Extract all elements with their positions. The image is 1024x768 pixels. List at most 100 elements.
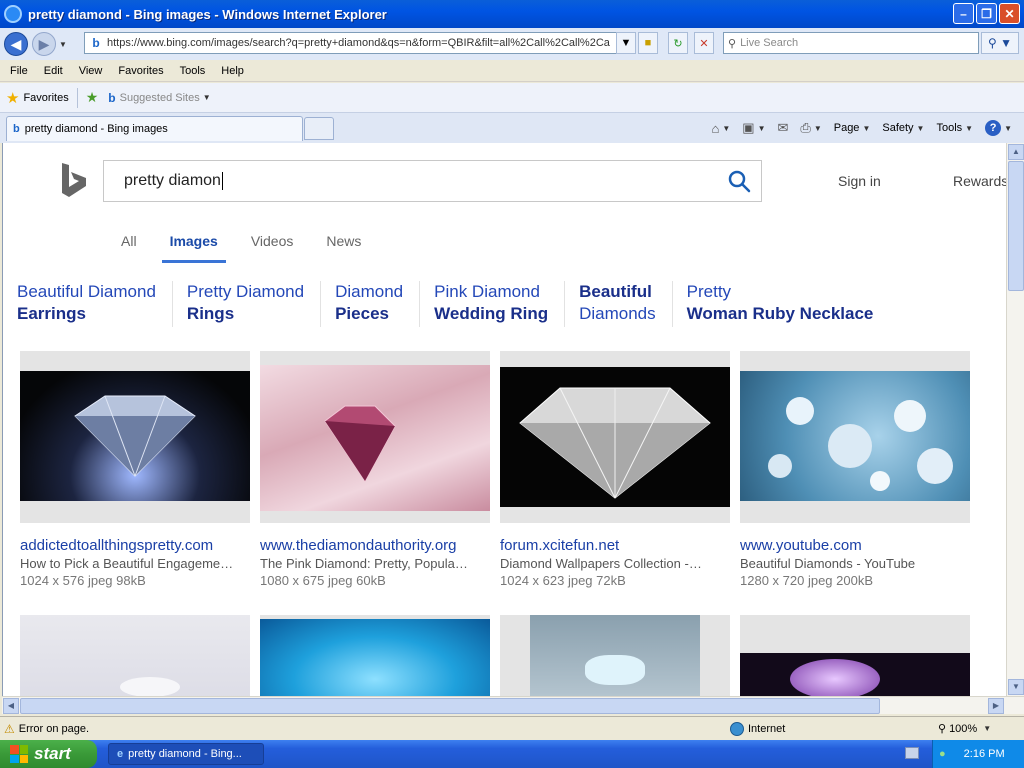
restore-button[interactable]: ❐ [976, 3, 997, 24]
result-description: The Pink Diamond: Pretty, Popula… [260, 556, 468, 571]
window-title-bar: pretty diamond - Bing images - Windows I… [0, 0, 1024, 28]
menu-help[interactable]: Help [221, 65, 244, 77]
close-button[interactable]: ✕ [999, 3, 1020, 24]
tab-label: pretty diamond - Bing images [24, 123, 168, 135]
search-go-button[interactable]: ⚲ ▼ [981, 32, 1019, 54]
taskbar-ie-item[interactable]: e pretty diamond - Bing... [108, 743, 264, 765]
search-icon[interactable] [727, 169, 751, 193]
window-title: pretty diamond - Bing images - Windows I… [28, 6, 387, 22]
menu-bar: File Edit View Favorites Tools Help [0, 60, 1024, 82]
image-thumbnail[interactable] [500, 615, 730, 696]
page-menu-button[interactable]: Page ▼ [830, 122, 875, 134]
horizontal-scroll-thumb[interactable] [20, 698, 880, 714]
ie-icon: e [117, 748, 124, 760]
scroll-left-button[interactable]: ◀ [3, 698, 19, 714]
image-thumbnail[interactable] [20, 351, 250, 523]
chevron-down-icon[interactable]: ▼ [203, 93, 211, 102]
live-search-input[interactable]: ⚲ Live Search [723, 32, 979, 54]
home-button[interactable]: ⌂ ▼ [708, 121, 735, 136]
lock-icon[interactable]: ■ [638, 32, 658, 54]
forward-button[interactable]: ▶ [32, 32, 56, 56]
status-message[interactable]: Error on page. [19, 723, 89, 735]
menu-favorites[interactable]: Favorites [118, 65, 163, 77]
vertical-scroll-thumb[interactable] [1008, 161, 1024, 291]
feeds-button[interactable]: ▣ ▼ [738, 120, 769, 136]
clock[interactable]: 2:16 PM [964, 748, 1005, 760]
search-icon: ⚲ [728, 37, 737, 50]
result-host[interactable]: www.thediamondauthority.org [260, 537, 490, 554]
bing-search-query[interactable]: pretty diamon [124, 171, 223, 190]
security-zone[interactable]: Internet [730, 721, 786, 736]
scroll-right-button[interactable]: ▶ [988, 698, 1004, 714]
zone-label: Internet [748, 722, 786, 735]
scope-all[interactable]: All [121, 233, 137, 249]
address-url[interactable]: https://www.bing.com/images/search?q=pre… [107, 37, 617, 49]
result-description: Beautiful Diamonds - YouTube [740, 556, 916, 571]
white-diamond-image [519, 387, 711, 499]
scattered-diamonds-image [768, 397, 953, 491]
image-thumbnail[interactable] [20, 615, 250, 696]
image-thumbnail[interactable] [740, 351, 970, 523]
result-meta: 1280 x 720 jpeg 200kB [740, 573, 873, 588]
related-search-item[interactable]: Diamond Pieces [335, 281, 421, 327]
tab-bing-images[interactable]: b pretty diamond - Bing images [6, 116, 303, 141]
vertical-scrollbar[interactable]: ▲ ▼ [1006, 143, 1024, 696]
menu-tools[interactable]: Tools [180, 65, 206, 77]
image-thumbnail[interactable] [740, 615, 970, 696]
address-dropdown-button[interactable]: ▼ [616, 32, 636, 54]
result-host[interactable]: forum.xcitefun.net [500, 537, 730, 554]
scroll-up-button[interactable]: ▲ [1008, 144, 1024, 160]
warning-icon[interactable]: ⚠ [4, 722, 15, 736]
menu-file[interactable]: File [10, 65, 28, 77]
horizontal-scrollbar[interactable]: ◀ ▶ [2, 696, 1024, 714]
stop-button[interactable]: ✕ [694, 32, 714, 54]
sign-in-link[interactable]: Sign in [838, 173, 881, 189]
network-icon[interactable]: ● [939, 748, 946, 760]
favorites-button[interactable]: Favorites [23, 92, 68, 104]
minimize-button[interactable]: – [953, 3, 974, 24]
related-search-item[interactable]: Pretty Woman Ruby Necklace [687, 281, 890, 327]
related-search-item[interactable]: Beautiful Diamonds [579, 281, 673, 327]
address-bar[interactable]: b https://www.bing.com/images/search?q=p… [84, 32, 634, 54]
menu-view[interactable]: View [79, 65, 103, 77]
new-tab-button[interactable] [304, 117, 334, 140]
zoom-control[interactable]: ⚲ 100% ▼ [938, 722, 991, 736]
safety-menu-button[interactable]: Safety ▼ [878, 122, 928, 134]
print-button[interactable]: ⎙ ▼ [796, 120, 825, 136]
help-button[interactable]: ? ▼ [981, 120, 1016, 136]
mail-button[interactable]: ✉ [774, 120, 793, 136]
image-result-card[interactable]: www.thediamondauthority.org The Pink Dia… [260, 351, 490, 588]
scope-videos[interactable]: Videos [251, 233, 294, 249]
suggested-sites-button[interactable]: Suggested Sites [120, 92, 200, 104]
system-tray: ● 2:16 PM [932, 740, 1024, 768]
related-search-item[interactable]: Pretty Diamond Rings [187, 281, 322, 327]
rewards-link[interactable]: Rewards [953, 173, 1006, 189]
image-thumbnail[interactable] [500, 351, 730, 523]
tools-menu-button[interactable]: Tools ▼ [932, 122, 977, 134]
result-meta: 1024 x 576 jpeg 98kB [20, 573, 146, 588]
keyboard-icon[interactable] [905, 747, 919, 759]
start-button[interactable]: start [0, 740, 97, 768]
result-host[interactable]: www.youtube.com [740, 537, 970, 554]
rss-icon: ▣ [742, 120, 755, 135]
bing-logo-icon[interactable] [59, 161, 89, 199]
scope-images[interactable]: Images [161, 233, 227, 263]
status-bar: ⚠ Error on page. Internet ⚲ 100% ▼ [0, 716, 1024, 740]
image-thumbnail[interactable] [260, 615, 490, 696]
image-result-card[interactable]: forum.xcitefun.net Diamond Wallpapers Co… [500, 351, 730, 588]
history-dropdown-icon[interactable]: ▼ [59, 40, 67, 49]
favorites-star-icon[interactable]: ★ [6, 89, 19, 107]
refresh-button[interactable]: ↻ [668, 32, 688, 54]
menu-edit[interactable]: Edit [44, 65, 63, 77]
back-button[interactable]: ◀ [4, 32, 28, 56]
related-search-item[interactable]: Pink Diamond Wedding Ring [434, 281, 566, 327]
scroll-down-button[interactable]: ▼ [1008, 679, 1024, 695]
scope-news[interactable]: News [326, 233, 361, 249]
image-result-card[interactable]: www.youtube.com Beautiful Diamonds - You… [740, 351, 970, 588]
add-favorite-icon[interactable]: ★ [86, 89, 99, 106]
image-thumbnail[interactable] [260, 351, 490, 523]
result-host[interactable]: addictedtoallthingspretty.com [20, 537, 250, 554]
image-result-card[interactable]: addictedtoallthingspretty.com How to Pic… [20, 351, 250, 588]
related-search-item[interactable]: Beautiful Diamond Earrings [17, 281, 173, 327]
bing-search-box[interactable]: pretty diamon [103, 160, 762, 202]
